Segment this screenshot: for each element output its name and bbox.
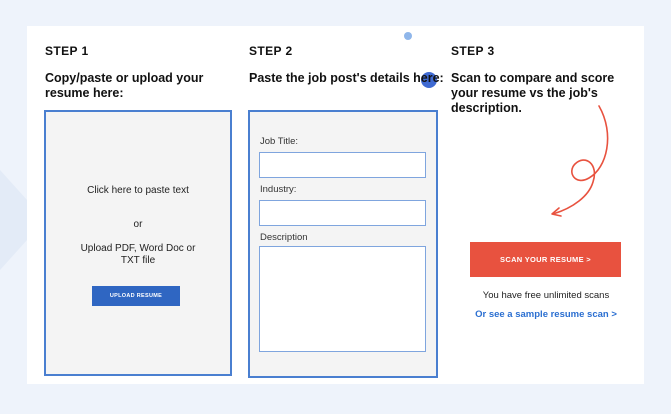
resume-scanner-panel: STEP 1 Copy/paste or upload your resume …	[27, 26, 644, 384]
description-label: Description	[260, 232, 308, 243]
decorative-dot-small	[404, 32, 412, 40]
job-title-input[interactable]	[259, 152, 426, 178]
step3-title: STEP 3	[451, 44, 495, 58]
step1-header: STEP 1 Copy/paste or upload your resume …	[45, 44, 225, 101]
upload-file-hint: Upload PDF, Word Doc or TXT file	[80, 243, 196, 266]
step2-header: STEP 2 Paste the job post's details here…	[249, 44, 449, 86]
or-separator: or	[133, 219, 143, 230]
step1-description: Copy/paste or upload your resume here:	[45, 71, 204, 100]
paste-text-prompt[interactable]: Click here to paste text	[46, 185, 230, 196]
resume-paste-area[interactable]: Click here to paste text or Upload PDF, …	[44, 110, 232, 376]
free-scans-note: You have free unlimited scans	[482, 290, 610, 301]
step2-description: Paste the job post's details here:	[249, 71, 444, 85]
job-details-form: Job Title: Industry: Description	[248, 110, 438, 378]
step2-title: STEP 2	[249, 44, 293, 58]
description-textarea[interactable]	[259, 246, 426, 352]
upload-resume-button[interactable]: UPLOAD RESUME	[92, 286, 180, 306]
sample-scan-link[interactable]: Or see a sample resume scan >	[451, 309, 641, 320]
industry-label: Industry:	[260, 184, 297, 195]
step1-title: STEP 1	[45, 44, 89, 58]
industry-input[interactable]	[259, 200, 426, 226]
scan-resume-button[interactable]: SCAN YOUR RESUME >	[470, 242, 621, 277]
job-title-label: Job Title:	[260, 136, 299, 147]
curly-arrow-icon	[551, 105, 609, 217]
